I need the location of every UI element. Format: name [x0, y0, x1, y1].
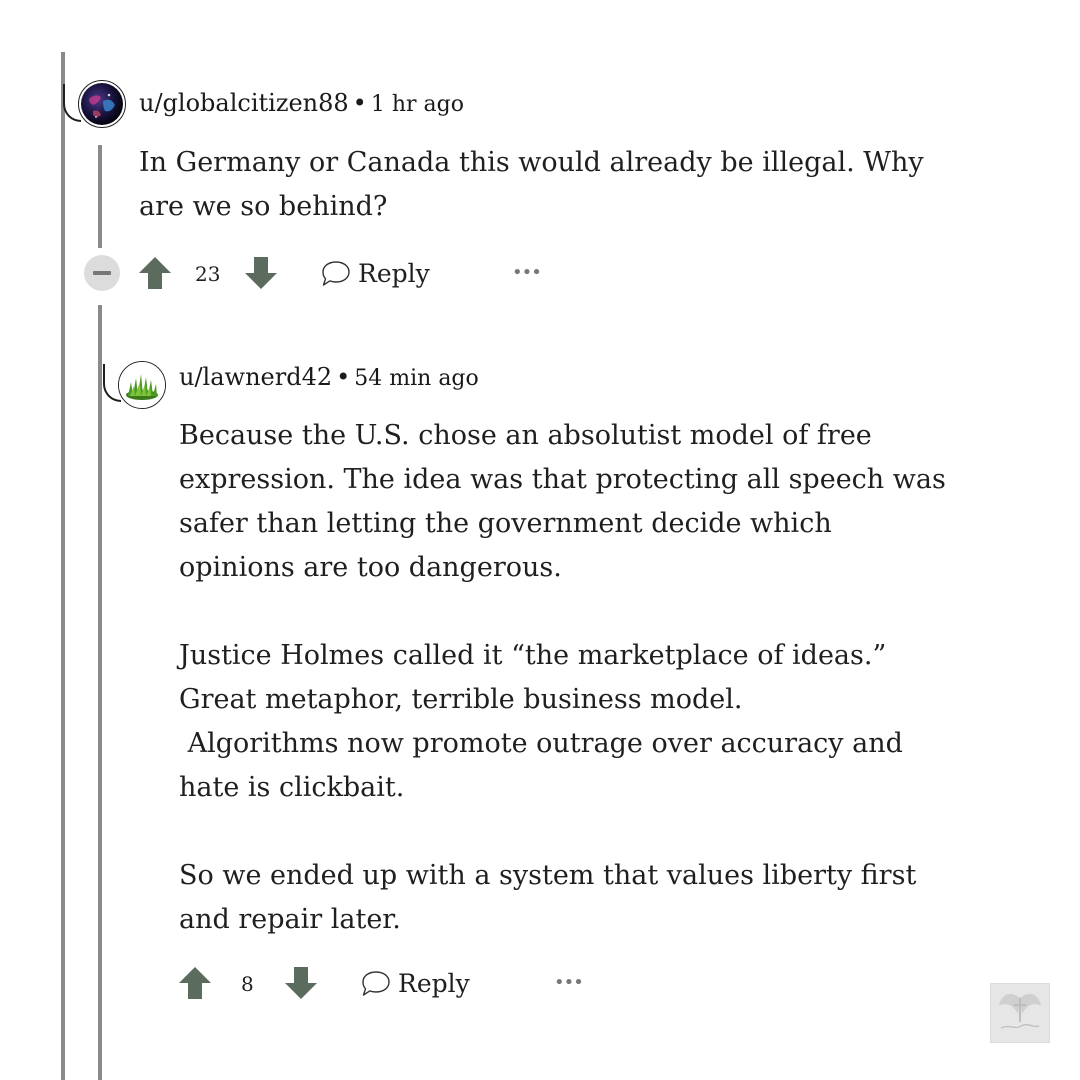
paragraph: So we ended up with a system that values… [179, 854, 946, 942]
username-link[interactable]: u/globalcitizen88 [139, 89, 349, 117]
comment-body: In Germany or Canada this would already … [139, 141, 924, 229]
upvote-arrow-icon[interactable] [138, 256, 172, 290]
text-line: So we ended up with a system that values… [179, 860, 917, 891]
downvote-arrow-icon[interactable] [244, 256, 278, 290]
text-line: and repair later. [179, 904, 401, 935]
text-line: Because the U.S. chose an absolutist mod… [179, 420, 872, 451]
timestamp[interactable]: 1 hr ago [371, 92, 464, 117]
vote-count: 8 [241, 972, 254, 996]
text-line: Algorithms now promote outrage over accu… [179, 728, 903, 759]
comment-meta: u/globalcitizen88 • 1 hr ago [139, 91, 464, 116]
downvote-arrow-icon[interactable] [284, 966, 318, 1000]
reply-button[interactable]: Reply [358, 261, 430, 286]
meta-separator: • [352, 89, 367, 117]
paragraph: Justice Holmes called it “the marketplac… [179, 634, 946, 810]
comment-meta: u/lawnerd42 • 54 min ago [179, 365, 479, 390]
timestamp[interactable]: 54 min ago [354, 366, 479, 391]
text-line: In Germany or Canada this would already … [139, 147, 924, 178]
comment-actions: 23 Reply ••• [84, 253, 554, 293]
username-link[interactable]: u/lawnerd42 [179, 363, 332, 391]
paragraph: In Germany or Canada this would already … [139, 141, 924, 229]
thread-line-main[interactable] [61, 52, 65, 1080]
more-options-icon[interactable]: ••• [554, 974, 584, 992]
text-line: expression. The idea was that protecting… [179, 464, 946, 495]
text-line: Great metaphor, terrible business model. [179, 684, 743, 715]
comment-body: Because the U.S. chose an absolutist mod… [179, 414, 946, 942]
more-options-icon[interactable]: ••• [512, 264, 542, 282]
thread-line-replies[interactable] [98, 305, 102, 1080]
user-avatar-globe-icon[interactable] [78, 80, 126, 128]
text-line: are we so behind? [139, 191, 388, 222]
paragraph: Because the U.S. chose an absolutist mod… [179, 414, 946, 590]
thread-line-comment-1[interactable] [98, 145, 102, 248]
text-line: opinions are too dangerous. [179, 552, 562, 583]
vote-count: 23 [195, 262, 221, 286]
reply-button[interactable]: Reply [398, 971, 470, 996]
collapse-minus-icon[interactable] [84, 255, 120, 291]
upvote-arrow-icon[interactable] [178, 966, 212, 1000]
watermark-logo-icon [990, 983, 1050, 1043]
user-avatar-grass-icon[interactable] [118, 361, 166, 409]
text-line: Justice Holmes called it “the marketplac… [179, 640, 887, 671]
speech-bubble-icon[interactable] [320, 259, 352, 289]
speech-bubble-icon[interactable] [360, 969, 392, 999]
meta-separator: • [336, 363, 351, 391]
text-line: hate is clickbait. [179, 772, 405, 803]
comment-actions: 8 Reply ••• [178, 963, 598, 1003]
text-line: safer than letting the government decide… [179, 508, 832, 539]
